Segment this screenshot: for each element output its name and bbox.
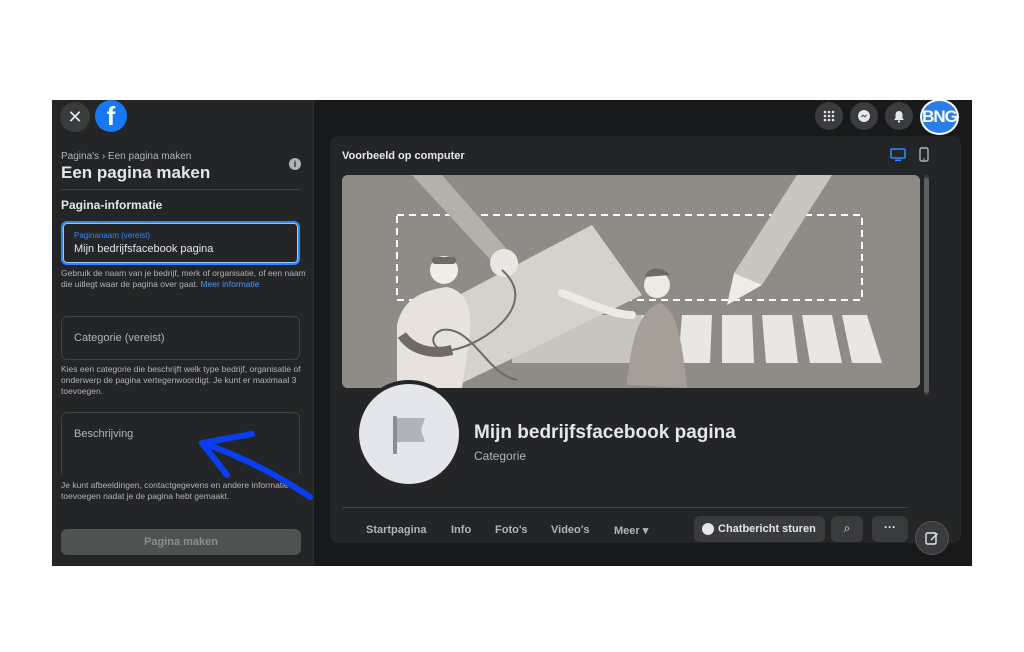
avatar[interactable]: BNG <box>920 100 959 135</box>
flag-icon <box>393 416 425 454</box>
tab-info[interactable]: Info <box>451 524 471 536</box>
category-help: Kies een categorie die beschrijft welk t… <box>61 364 301 396</box>
category-input[interactable]: Categorie (vereist) <box>61 316 300 360</box>
tab-meer[interactable]: Meer ▾ <box>614 524 648 537</box>
section-title: Pagina-informatie <box>61 198 163 212</box>
more-options-button[interactable]: ··· <box>872 516 908 542</box>
more-icon: ··· <box>884 520 896 534</box>
create-page-app: ✕ f Pagina's › Een pagina maken Een pagi… <box>52 100 972 566</box>
desktop-preview: Voorbeeld op computer Mijn bedrijfsfaceb… <box>330 136 961 543</box>
edit-button[interactable] <box>915 521 949 555</box>
preview-page-name: Mijn bedrijfsfacebook pagina <box>474 422 736 443</box>
page-title: Een pagina maken <box>61 163 211 182</box>
close-icon: ✕ <box>67 106 83 127</box>
menu-grid-icon[interactable] <box>815 102 843 130</box>
mobile-icon[interactable] <box>919 147 929 162</box>
tab-videos[interactable]: Video's <box>551 524 589 536</box>
more-info-link[interactable]: Meer informatie <box>200 279 259 289</box>
search-icon: ⌕ <box>843 521 851 535</box>
page-name-value[interactable]: Mijn bedrijfsfacebook pagina <box>74 243 213 255</box>
category-placeholder: Categorie (vereist) <box>74 332 165 344</box>
send-message-label: Chatbericht sturen <box>718 523 816 535</box>
divider <box>61 189 301 190</box>
cover-illustration <box>342 175 920 388</box>
preview-page-category: Categorie <box>474 449 527 463</box>
tab-startpagina[interactable]: Startpagina <box>366 524 427 536</box>
description-help: Je kunt afbeeldingen, contactgegevens en… <box>61 480 289 501</box>
facebook-logo[interactable]: f <box>95 100 127 132</box>
description-input[interactable]: Beschrijving <box>61 412 300 474</box>
profile-picture[interactable] <box>355 380 463 488</box>
messenger-icon[interactable] <box>850 102 878 130</box>
preview-title: Voorbeeld op computer <box>342 150 465 162</box>
cover-photo[interactable] <box>342 175 920 388</box>
page-name-help: Gebruik de naam van je bedrijf, merk of … <box>61 268 306 290</box>
notification-bell-icon[interactable] <box>885 102 913 130</box>
description-placeholder: Beschrijving <box>74 428 134 440</box>
tab-fotos[interactable]: Foto's <box>495 524 528 536</box>
search-button[interactable]: ⌕ <box>831 516 863 542</box>
desktop-icon[interactable] <box>890 148 906 162</box>
page-name-help-text: Gebruik de naam van je bedrijf, merk of … <box>61 268 306 289</box>
send-message-button[interactable]: Chatbericht sturen <box>694 516 825 542</box>
page-name-label: Paginanaam (vereist) <box>74 231 151 240</box>
preview-scrollbar-thumb[interactable] <box>924 178 929 393</box>
info-icon[interactable]: i <box>289 158 301 170</box>
facebook-logo-letter: f <box>106 100 116 131</box>
close-button[interactable]: ✕ <box>60 102 90 132</box>
create-page-panel: ✕ f Pagina's › Een pagina maken Een pagi… <box>52 100 314 566</box>
create-page-button[interactable]: Pagina maken <box>61 529 301 555</box>
grid-icon <box>823 110 835 122</box>
bell-glyph <box>894 110 904 123</box>
edit-icon <box>925 532 938 545</box>
page-name-input[interactable]: Paginanaam (vereist) Mijn bedrijfsfacebo… <box>61 221 300 265</box>
breadcrumb[interactable]: Pagina's › Een pagina maken <box>61 151 191 162</box>
divider <box>342 507 908 508</box>
messenger-glyph <box>858 110 870 122</box>
messenger-icon <box>702 523 714 535</box>
